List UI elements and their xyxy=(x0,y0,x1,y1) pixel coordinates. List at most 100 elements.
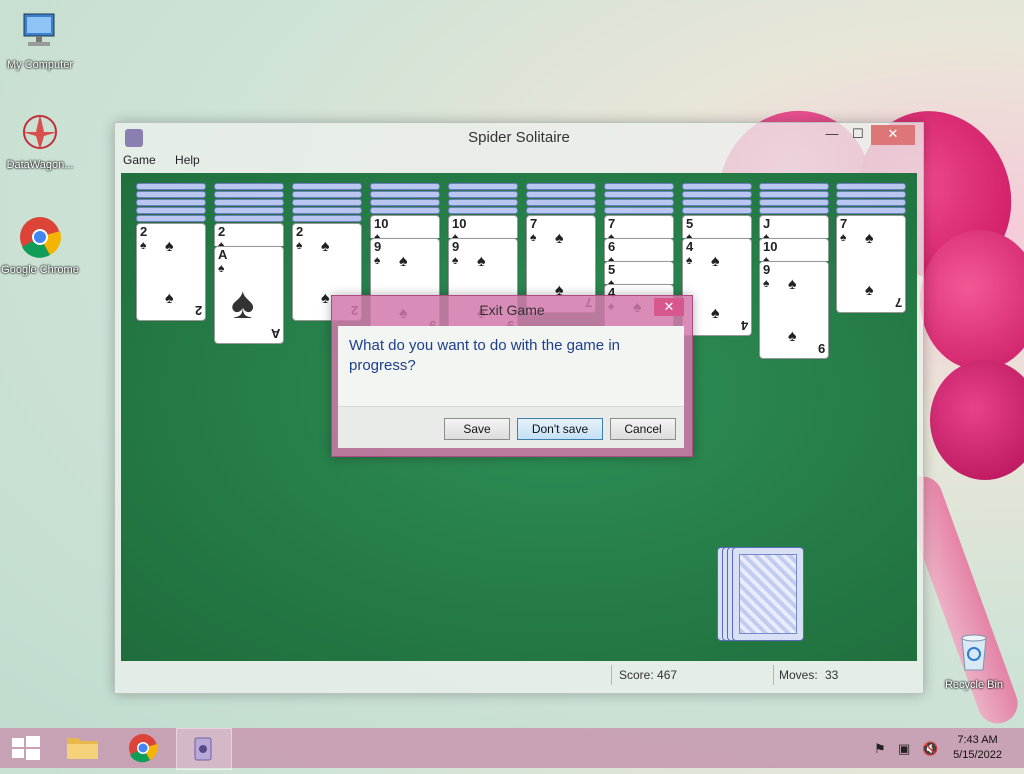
save-button[interactable]: Save xyxy=(444,418,510,440)
playing-card[interactable]: 2 ♠ xyxy=(214,223,284,246)
card-back xyxy=(136,199,206,206)
playing-card[interactable]: A ♠ ♠ A xyxy=(214,246,284,344)
desktop-icon-label: Google Chrome xyxy=(1,264,79,276)
playing-card[interactable]: 10 ♠ xyxy=(448,215,518,238)
maximize-button[interactable]: ☐ xyxy=(845,125,871,145)
stock-card-back xyxy=(732,547,804,641)
tableau-column[interactable]: 2♠♠♠2 xyxy=(136,183,206,321)
card-rank: A xyxy=(218,247,228,262)
playing-card[interactable]: 9♠♠♠9 xyxy=(759,261,829,359)
card-rank: 9 xyxy=(817,341,825,356)
card-back xyxy=(759,191,829,198)
card-back xyxy=(526,199,596,206)
spade-icon: ♠ xyxy=(788,276,797,293)
card-back xyxy=(214,191,284,198)
spade-icon: ♠ xyxy=(165,290,174,307)
spade-icon: ♠ xyxy=(865,282,874,299)
spade-icon: ♠ xyxy=(140,238,147,252)
tableau-column[interactable]: 7♠♠♠7 xyxy=(836,183,906,313)
card-back xyxy=(604,183,674,190)
card-rank: 10 xyxy=(452,216,467,231)
menu-help[interactable]: Help xyxy=(173,153,202,167)
spade-icon: ♠ xyxy=(374,230,381,238)
close-button[interactable]: ✕ xyxy=(871,125,915,145)
card-rank: 2 xyxy=(296,224,304,239)
card-back xyxy=(836,207,906,214)
playing-card[interactable]: 10 ♠ xyxy=(759,238,829,261)
desktop-icon-chrome[interactable]: Google Chrome xyxy=(0,215,80,276)
datawagon-icon xyxy=(22,114,58,150)
start-button[interactable] xyxy=(0,728,54,768)
menu-game[interactable]: Game xyxy=(121,153,158,167)
desktop-icon-label: My Computer xyxy=(6,59,74,71)
card-back xyxy=(836,191,906,198)
playing-card[interactable]: 2♠♠♠2 xyxy=(136,223,206,321)
card-back xyxy=(292,183,362,190)
spade-icon: ♠ xyxy=(399,253,408,270)
spade-icon: ♠ xyxy=(788,328,797,345)
playing-card[interactable]: J ♠ xyxy=(759,215,829,238)
desktop-icon-datawagon[interactable]: DataWagon... xyxy=(0,110,80,171)
card-back xyxy=(682,183,752,190)
taskbar-spider-solitaire[interactable] xyxy=(176,728,232,770)
tableau-column[interactable]: J ♠ 10 ♠ 9 ♠ ♠ ♠ 9 xyxy=(759,183,829,359)
spade-icon: ♠ xyxy=(374,253,381,267)
playing-card[interactable]: 6 ♠ xyxy=(604,238,674,261)
dialog-close-button[interactable]: ✕ xyxy=(654,298,684,316)
spade-icon: ♠ xyxy=(686,253,693,267)
cancel-button[interactable]: Cancel xyxy=(610,418,676,440)
card-back xyxy=(370,183,440,190)
taskbar-chrome[interactable] xyxy=(116,728,170,768)
card-rank: 9 xyxy=(374,239,382,254)
system-clock[interactable]: 7:43 AM 5/15/2022 xyxy=(953,733,1002,763)
dialog-body: What do you want to do with the game in … xyxy=(338,326,684,448)
tableau-column[interactable]: 2 ♠ A ♠ ♠ A xyxy=(214,183,284,344)
card-rank: 7 xyxy=(894,295,902,310)
card-rank: 5 xyxy=(686,216,694,231)
title-bar[interactable]: Spider Solitaire — ☐ ✕ xyxy=(115,123,923,153)
card-back xyxy=(136,183,206,190)
spade-icon: ♠ xyxy=(231,279,255,328)
tableau-column[interactable]: 7♠♠♠7 xyxy=(526,183,596,313)
spade-icon: ♠ xyxy=(711,253,720,270)
desktop-icon-label: DataWagon... xyxy=(6,159,74,171)
network-icon[interactable]: ▣ xyxy=(898,741,910,757)
card-rank: 5 xyxy=(608,262,616,277)
spade-icon: ♠ xyxy=(321,290,330,307)
menu-bar: Game Help xyxy=(121,153,214,171)
card-back xyxy=(292,207,362,214)
folder-icon xyxy=(67,738,98,759)
card-back xyxy=(448,199,518,206)
spade-icon: ♠ xyxy=(865,230,874,247)
playing-card[interactable]: 7 ♠ xyxy=(604,215,674,238)
wallpaper-petal xyxy=(930,360,1024,480)
action-center-flag-icon[interactable]: ⚑ xyxy=(874,741,886,757)
playing-card[interactable]: 7♠♠♠7 xyxy=(836,215,906,313)
card-rank: 2 xyxy=(218,224,226,239)
playing-card[interactable]: 5 ♠ xyxy=(604,261,674,284)
card-rank: 7 xyxy=(608,216,616,231)
card-back xyxy=(370,191,440,198)
spade-icon: ♠ xyxy=(218,238,225,246)
spade-icon: ♠ xyxy=(555,230,564,247)
playing-card[interactable]: 10 ♠ xyxy=(370,215,440,238)
dont-save-button[interactable]: Don't save xyxy=(517,418,603,440)
card-back xyxy=(136,207,206,214)
desktop-icon-my-computer[interactable]: My Computer xyxy=(0,10,80,71)
moves-value: 33 xyxy=(825,668,839,682)
card-back xyxy=(836,199,906,206)
card-rank: 7 xyxy=(840,216,848,231)
spade-icon: ♠ xyxy=(711,305,720,322)
desktop-icon-recycle-bin[interactable]: Recycle Bin xyxy=(934,630,1014,691)
clock-date: 5/15/2022 xyxy=(953,749,1002,761)
playing-card[interactable]: 5 ♠ xyxy=(682,215,752,238)
minimize-button[interactable]: — xyxy=(819,125,845,145)
volume-muted-icon[interactable]: 🔇 xyxy=(922,741,938,757)
chrome-icon xyxy=(20,217,61,258)
card-back xyxy=(448,191,518,198)
card-back xyxy=(214,207,284,214)
spade-icon: ♠ xyxy=(608,276,615,284)
taskbar-file-explorer[interactable] xyxy=(56,728,110,768)
card-back xyxy=(214,199,284,206)
dialog-button-area: Save Don't save Cancel xyxy=(338,406,684,448)
